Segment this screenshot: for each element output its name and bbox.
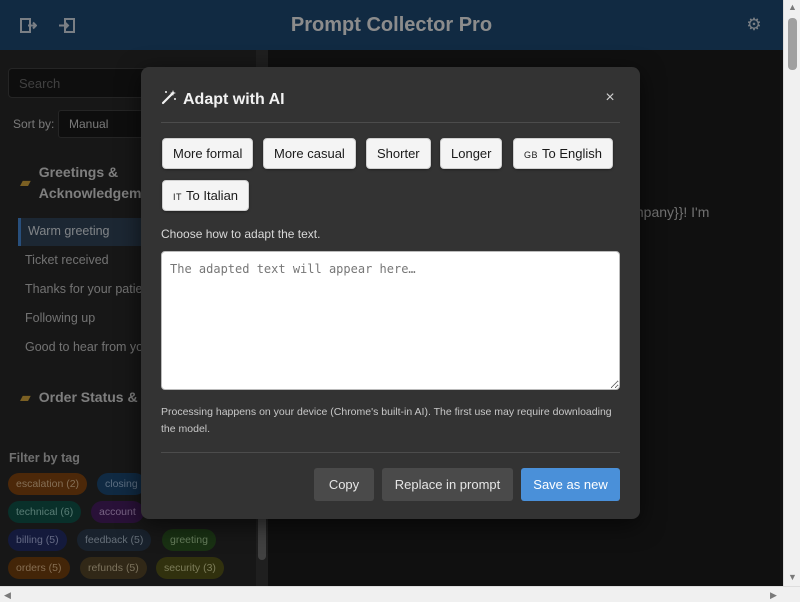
option-longer-button[interactable]: Longer [440, 138, 503, 169]
option-more-casual-button[interactable]: More casual [263, 138, 356, 169]
close-button[interactable]: × [601, 89, 619, 107]
flag-it-icon: IT [173, 192, 182, 202]
option-to-italian-button[interactable]: IT To Italian [162, 180, 250, 211]
scroll-up-icon[interactable]: ▲ [788, 2, 797, 12]
divider [161, 452, 620, 453]
dialog-title: Adapt with AI [161, 89, 285, 110]
option-to-english-button[interactable]: GB To English [513, 138, 613, 169]
magic-wand-icon [161, 89, 177, 110]
save-as-new-button[interactable]: Save as new [521, 468, 620, 501]
flag-gb-icon: GB [524, 150, 539, 160]
scroll-left-icon[interactable]: ◀ [4, 590, 11, 601]
option-label: To English [542, 146, 602, 161]
privacy-note: Processing happens on your device (Chrom… [161, 406, 612, 435]
divider [161, 122, 620, 123]
page-scroll-thumb[interactable] [788, 18, 797, 70]
adapt-ai-dialog: Adapt with AI × More formal More casual … [141, 67, 640, 519]
replace-in-prompt-button[interactable]: Replace in prompt [382, 468, 513, 501]
option-shorter-button[interactable]: Shorter [366, 138, 431, 169]
copy-button[interactable]: Copy [314, 468, 374, 501]
instruction-text: Choose how to adapt the text. [161, 227, 321, 241]
page-horizontal-scrollbar[interactable]: ◀ ▶ [0, 586, 800, 602]
option-more-formal-button[interactable]: More formal [162, 138, 254, 169]
dialog-title-text: Adapt with AI [183, 90, 285, 108]
page-vertical-scrollbar[interactable]: ▲ ▼ [783, 0, 800, 586]
adapted-text-output[interactable] [161, 251, 620, 390]
scroll-right-icon[interactable]: ▶ [770, 590, 777, 601]
option-label: To Italian [186, 188, 239, 203]
scroll-down-icon[interactable]: ▼ [788, 572, 797, 582]
